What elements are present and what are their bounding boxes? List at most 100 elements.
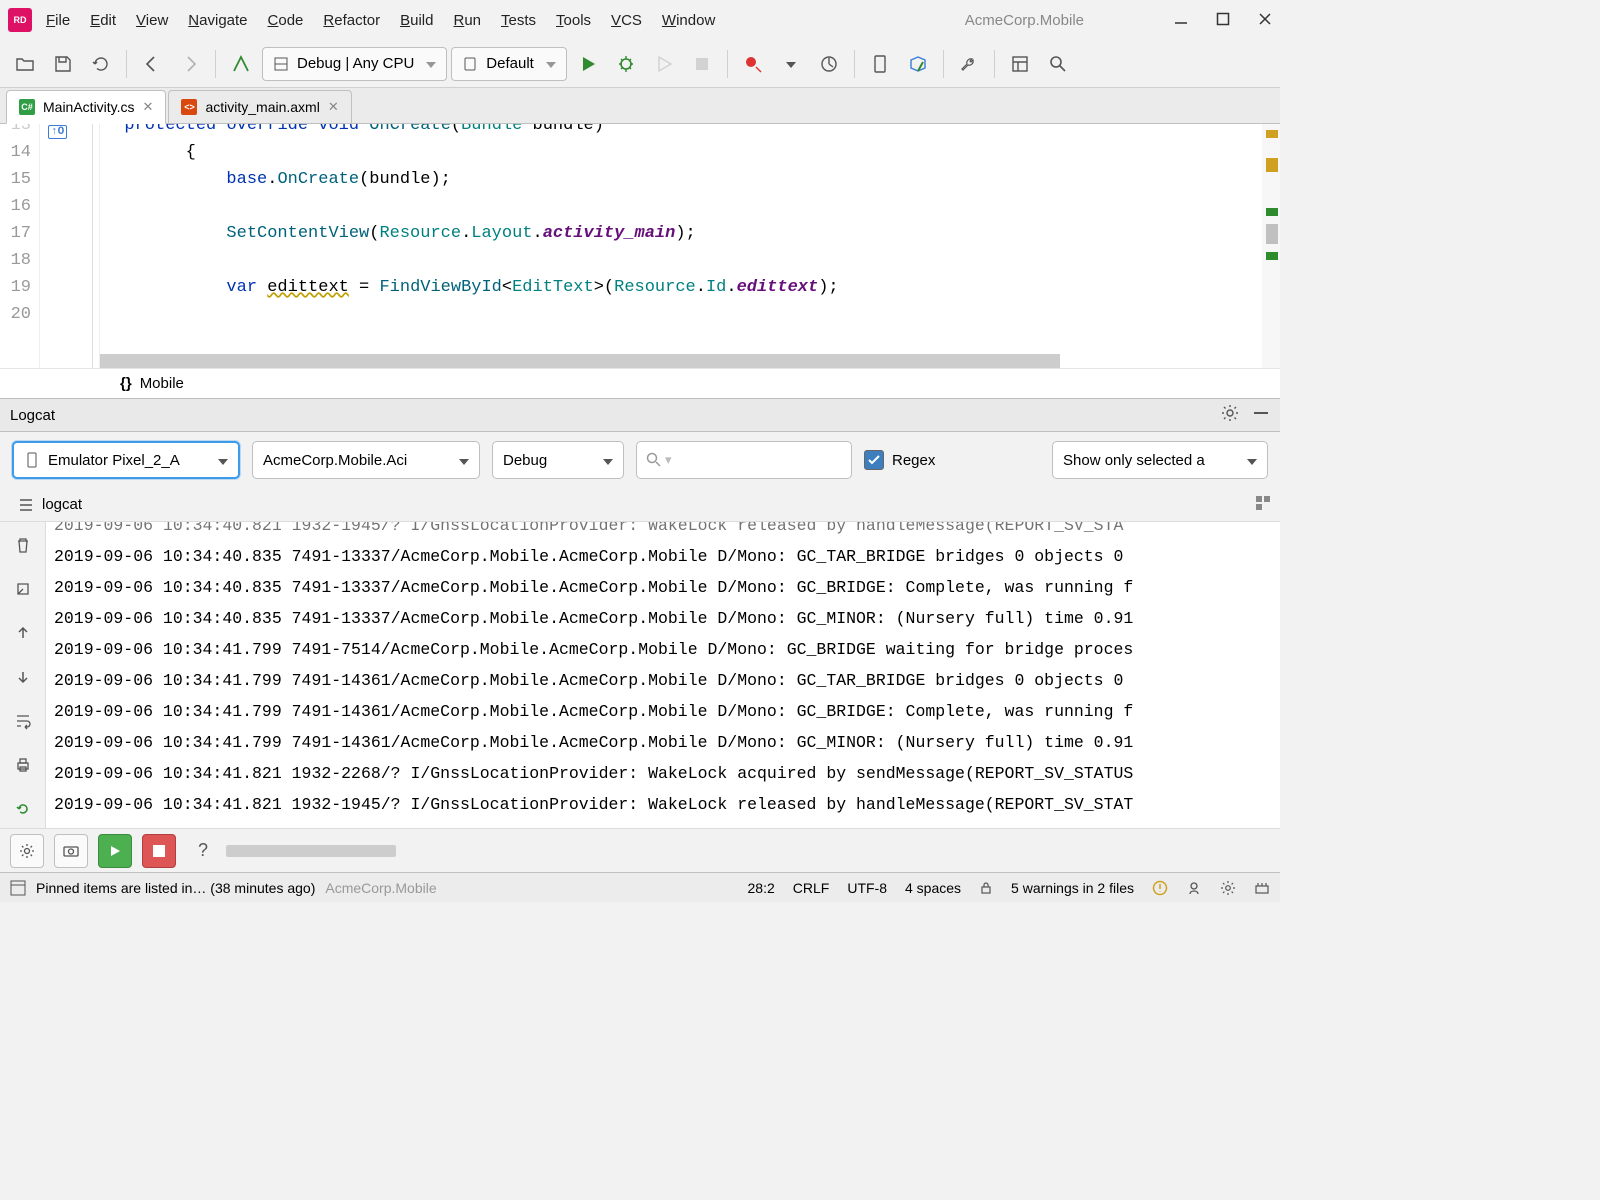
titlebar: RD File Edit View Navigate Code Refactor Build… — [0, 0, 1280, 40]
menu-run[interactable]: Run — [453, 12, 481, 29]
horizontal-scrollbar[interactable] — [226, 845, 396, 857]
menu-vcs[interactable]: VCS — [611, 12, 642, 29]
code-line[interactable] — [104, 193, 1262, 220]
breakpoint-settings-button[interactable] — [736, 47, 770, 81]
gear-status-icon[interactable] — [1220, 880, 1236, 896]
run-target-combo[interactable]: Default — [451, 47, 567, 81]
search-everywhere-button[interactable] — [1041, 47, 1075, 81]
window-icon[interactable] — [10, 880, 26, 896]
log-search-input[interactable]: ▾ — [636, 441, 852, 479]
layout-settings-icon[interactable] — [1254, 494, 1272, 515]
build-config-combo[interactable]: Debug | Any CPU — [262, 47, 447, 81]
filter-mode-combo[interactable]: Show only selected a — [1052, 441, 1268, 479]
help-button[interactable]: ? — [186, 834, 220, 868]
build-button[interactable] — [224, 47, 258, 81]
clear-log-button[interactable] — [8, 530, 38, 560]
menu-navigate[interactable]: Navigate — [188, 12, 247, 29]
scroll-to-end-button[interactable] — [8, 574, 38, 604]
menu-tools[interactable]: Tools — [556, 12, 591, 29]
line-ending[interactable]: CRLF — [793, 880, 830, 896]
maximize-icon[interactable] — [1216, 12, 1230, 29]
code-area[interactable]: protected override void OnCreate(Bundle … — [100, 124, 1262, 368]
nav-back-button[interactable] — [135, 47, 169, 81]
breadcrumb[interactable]: {} Mobile — [0, 368, 1280, 398]
status-message: Pinned items are listed in… (38 minutes … — [36, 880, 315, 896]
code-line[interactable]: SetContentView(Resource.Layout.activity_… — [104, 220, 1262, 247]
device-button[interactable] — [863, 47, 897, 81]
chevron-down-icon[interactable] — [774, 47, 808, 81]
down-button[interactable] — [8, 662, 38, 692]
settings-button[interactable] — [10, 834, 44, 868]
code-line[interactable]: var edittext = FindViewById<EditText>(Re… — [104, 274, 1262, 301]
wrench-button[interactable] — [952, 47, 986, 81]
menu-edit[interactable]: Edit — [90, 12, 116, 29]
encoding[interactable]: UTF-8 — [847, 880, 887, 896]
code-editor[interactable]: 1314151617181920 ↑O protected override v… — [0, 124, 1280, 368]
caret-position[interactable]: 28:2 — [748, 880, 775, 896]
logcat-bottom-bar: ? — [0, 828, 1280, 872]
gear-icon[interactable] — [1220, 403, 1240, 427]
search-dropdown-icon[interactable]: ▾ — [665, 452, 672, 468]
soft-wrap-button[interactable] — [8, 706, 38, 736]
inspector-icon[interactable] — [1186, 880, 1202, 896]
lock-icon[interactable] — [979, 881, 993, 895]
logcat-side-toolbar — [0, 522, 46, 828]
code-line[interactable]: { — [104, 139, 1262, 166]
minimize-panel-icon[interactable] — [1252, 404, 1270, 426]
app-icon: RD — [8, 8, 32, 32]
chevron-down-icon — [459, 452, 469, 469]
terminate-button[interactable] — [142, 834, 176, 868]
menu-view[interactable]: View — [136, 12, 168, 29]
code-line[interactable]: protected override void OnCreate(Bundle … — [104, 124, 1262, 139]
logcat-output[interactable]: 2019-09-06 10:34:40.821 1932-1945/? I/Gn… — [46, 522, 1280, 828]
package-button[interactable] — [901, 47, 935, 81]
log-level-combo[interactable]: Debug — [492, 441, 624, 479]
debug-button[interactable] — [609, 47, 643, 81]
open-button[interactable] — [8, 47, 42, 81]
close-tab-icon[interactable]: ✕ — [143, 99, 154, 115]
restart-button[interactable] — [8, 794, 38, 824]
warnings-label[interactable]: 5 warnings in 2 files — [1011, 880, 1134, 896]
error-stripe[interactable] — [1262, 124, 1280, 368]
nav-forward-button[interactable] — [173, 47, 207, 81]
tab-activity_main-axml[interactable]: <>activity_main.axml✕ — [168, 90, 351, 124]
minimize-icon[interactable] — [1174, 12, 1188, 29]
menu-tests[interactable]: Tests — [501, 12, 536, 29]
warning-icon[interactable] — [1152, 880, 1168, 896]
code-line[interactable] — [104, 301, 1262, 328]
log-line: 2019-09-06 10:34:41.799 7491-7514/AcmeCo… — [54, 634, 1272, 665]
logcat-body: 2019-09-06 10:34:40.821 1932-1945/? I/Gn… — [0, 522, 1280, 828]
close-icon[interactable] — [1258, 12, 1272, 29]
close-tab-icon[interactable]: ✕ — [328, 99, 339, 115]
menu-refactor[interactable]: Refactor — [323, 12, 380, 29]
regex-label: Regex — [892, 452, 935, 469]
save-button[interactable] — [46, 47, 80, 81]
screen-record-button[interactable] — [98, 834, 132, 868]
menu-file[interactable]: File — [46, 12, 70, 29]
project-name: AcmeCorp.Mobile — [965, 12, 1084, 29]
process-combo[interactable]: AcmeCorp.Mobile.Aci — [252, 441, 480, 479]
device-combo[interactable]: Emulator Pixel_2_A — [12, 441, 240, 479]
override-icon[interactable]: ↑O — [48, 125, 67, 139]
profile-button[interactable] — [812, 47, 846, 81]
coverage-button[interactable] — [647, 47, 681, 81]
menu-code[interactable]: Code — [268, 12, 304, 29]
log-line: 2019-09-06 10:34:41.799 7491-14361/AcmeC… — [54, 696, 1272, 727]
print-button[interactable] — [8, 750, 38, 780]
memory-icon[interactable] — [1254, 880, 1270, 896]
code-line[interactable]: base.OnCreate(bundle); — [104, 166, 1262, 193]
stop-button[interactable] — [685, 47, 719, 81]
regex-checkbox[interactable]: Regex — [864, 450, 935, 470]
layout-button[interactable] — [1003, 47, 1037, 81]
indent[interactable]: 4 spaces — [905, 880, 961, 896]
tab-mainactivity-cs[interactable]: C#MainActivity.cs✕ — [6, 90, 166, 124]
menu-build[interactable]: Build — [400, 12, 433, 29]
up-button[interactable] — [8, 618, 38, 648]
logcat-tab[interactable]: logcat — [18, 496, 82, 513]
code-line[interactable] — [104, 247, 1262, 274]
screenshot-button[interactable] — [54, 834, 88, 868]
refresh-button[interactable] — [84, 47, 118, 81]
menu-window[interactable]: Window — [662, 12, 715, 29]
horizontal-scrollbar[interactable] — [100, 354, 1060, 368]
run-button[interactable] — [571, 47, 605, 81]
